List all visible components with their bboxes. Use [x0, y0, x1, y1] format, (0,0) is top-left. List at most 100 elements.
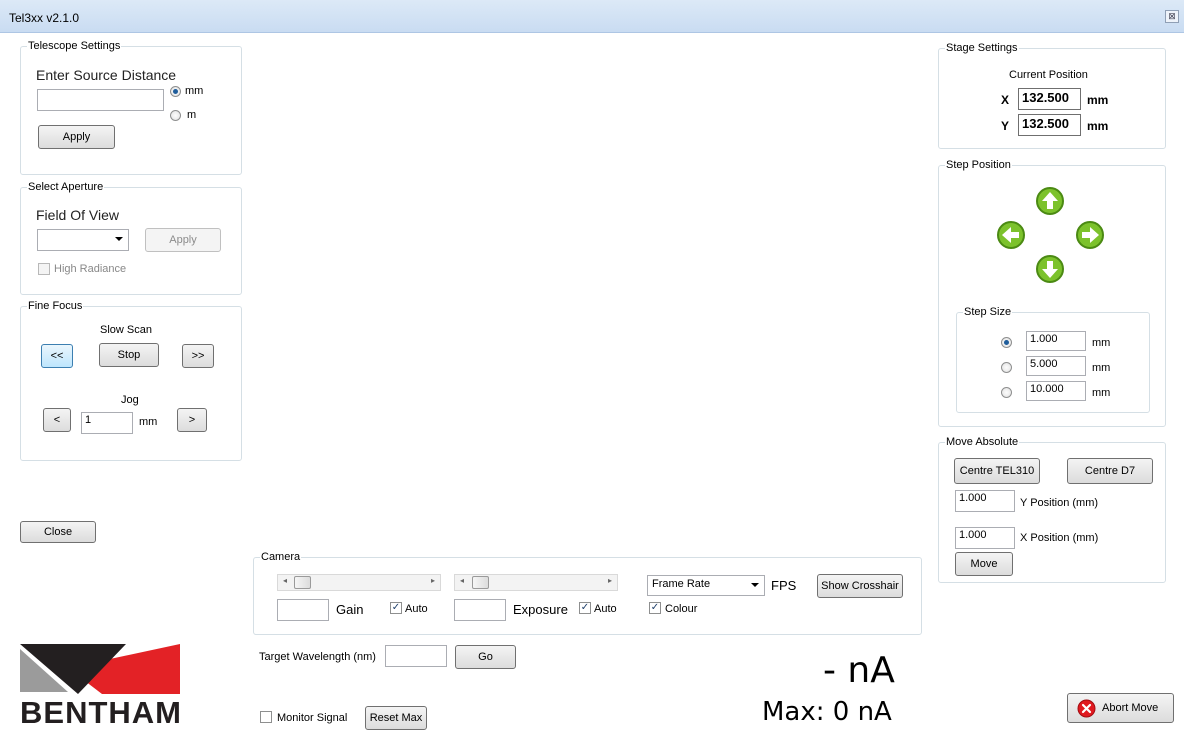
stage-settings-legend: Stage Settings	[945, 42, 1019, 55]
max-signal-readout: Max: 0 nA	[762, 697, 892, 727]
fine-focus-group: Fine Focus Slow Scan << Stop >> Jog < 1 …	[20, 300, 242, 461]
gain-input[interactable]	[277, 599, 329, 621]
unit-mm-label: mm	[185, 85, 204, 97]
jog-unit-label: mm	[139, 416, 158, 428]
stop-scan-button[interactable]: Stop	[99, 343, 159, 367]
scroll-left-icon: ◂	[283, 576, 288, 585]
step-size-input[interactable]: 10.000	[1026, 381, 1086, 401]
jog-backward-button[interactable]: <	[43, 408, 71, 432]
step-size-unit: mm	[1092, 387, 1111, 399]
step-position-group: Step Position Step Size 1.000 mm 5.000 m…	[938, 159, 1166, 427]
frame-rate-value: Frame Rate	[652, 578, 711, 590]
source-distance-prompt: Enter Source Distance	[36, 67, 177, 83]
current-position-label: Current Position	[1009, 69, 1088, 81]
abort-move-button[interactable]: Abort Move	[1067, 693, 1174, 723]
chevron-down-icon	[115, 237, 123, 241]
step-size-unit: mm	[1092, 362, 1111, 374]
scan-forward-button[interactable]: >>	[182, 344, 214, 368]
monitor-signal-label: Monitor Signal	[277, 712, 348, 724]
window-title: Tel3xx v2.1.0	[9, 11, 80, 25]
source-distance-input[interactable]	[37, 89, 164, 111]
telescope-apply-button[interactable]: Apply	[38, 125, 115, 149]
y-position-readout: 132.500	[1018, 114, 1081, 136]
step-size-radio[interactable]	[1001, 387, 1012, 398]
step-size-input[interactable]: 1.000	[1026, 331, 1086, 351]
arrow-left-icon[interactable]	[996, 220, 1026, 250]
move-absolute-legend: Move Absolute	[945, 436, 1020, 449]
close-button[interactable]: Close	[20, 521, 96, 543]
high-radiance-label: High Radiance	[54, 263, 127, 275]
unit-m-radio[interactable]	[170, 110, 181, 121]
jog-forward-button[interactable]: >	[177, 408, 207, 432]
current-signal-readout: - nA	[823, 650, 895, 691]
step-size-radio[interactable]	[1001, 362, 1012, 373]
show-crosshair-button[interactable]: Show Crosshair	[817, 574, 903, 598]
scan-backward-button[interactable]: <<	[41, 344, 73, 368]
x-position-readout: 132.500	[1018, 88, 1081, 110]
step-size-legend: Step Size	[963, 306, 1013, 319]
x-position-input[interactable]: 1.000	[955, 527, 1015, 549]
x-position-label: X Position (mm)	[1020, 532, 1099, 544]
fps-label: FPS	[771, 578, 797, 593]
exposure-input[interactable]	[454, 599, 506, 621]
step-size-group: Step Size 1.000 mm 5.000 mm 10.000 mm	[956, 306, 1150, 413]
camera-legend: Camera	[260, 551, 302, 564]
exposure-auto-checkbox[interactable]: ✓	[579, 602, 591, 614]
abort-move-label: Abort Move	[1102, 702, 1159, 714]
y-position-input[interactable]: 1.000	[955, 490, 1015, 512]
reset-max-button[interactable]: Reset Max	[365, 706, 427, 730]
exposure-slider-thumb[interactable]	[472, 576, 489, 589]
arrow-up-icon[interactable]	[1035, 186, 1065, 216]
monitor-signal-checkbox[interactable]	[260, 711, 272, 723]
target-wavelength-input[interactable]	[385, 645, 447, 667]
bentham-logo: BENTHAM	[20, 644, 182, 732]
exposure-slider[interactable]: ◂ ▸	[454, 574, 618, 591]
close-window-icon[interactable]: ⊠	[1165, 10, 1179, 23]
centre-tel310-button[interactable]: Centre TEL310	[954, 458, 1040, 484]
jog-label: Jog	[121, 394, 139, 406]
go-button[interactable]: Go	[455, 645, 516, 669]
telescope-settings-legend: Telescope Settings	[27, 40, 122, 53]
chevron-down-icon	[751, 583, 759, 587]
fine-focus-legend: Fine Focus	[27, 300, 84, 313]
camera-group: Camera ◂ ▸ Gain ✓ Auto ◂ ▸ Exposure ✓ Au…	[253, 551, 922, 635]
gain-slider-thumb[interactable]	[294, 576, 311, 589]
step-size-input[interactable]: 5.000	[1026, 356, 1086, 376]
field-of-view-prompt: Field Of View	[36, 207, 119, 223]
arrow-right-icon[interactable]	[1075, 220, 1105, 250]
select-aperture-group: Select Aperture Field Of View Apply High…	[20, 181, 242, 295]
stage-settings-group: Stage Settings Current Position X 132.50…	[938, 42, 1166, 149]
telescope-settings-group: Telescope Settings Enter Source Distance…	[20, 40, 242, 175]
centre-d7-button[interactable]: Centre D7	[1067, 458, 1153, 484]
step-size-radio[interactable]	[1001, 337, 1012, 348]
arrow-down-icon[interactable]	[1035, 254, 1065, 284]
exposure-auto-label: Auto	[594, 603, 617, 615]
unit-mm-radio[interactable]	[170, 86, 181, 97]
field-of-view-dropdown[interactable]	[37, 229, 129, 251]
gain-label: Gain	[336, 602, 364, 617]
frame-rate-dropdown[interactable]: Frame Rate	[647, 575, 765, 596]
move-absolute-group: Move Absolute Centre TEL310 Centre D7 1.…	[938, 436, 1166, 583]
title-bar: Tel3xx v2.1.0 ⊠	[0, 0, 1184, 33]
high-radiance-checkbox[interactable]	[38, 263, 50, 275]
unit-m-label: m	[187, 109, 197, 121]
select-aperture-legend: Select Aperture	[27, 181, 105, 194]
colour-checkbox[interactable]: ✓	[649, 602, 661, 614]
target-wavelength-label: Target Wavelength (nm)	[259, 651, 376, 663]
move-button[interactable]: Move	[955, 552, 1013, 576]
y-position-label: Y Position (mm)	[1020, 497, 1099, 509]
exposure-label: Exposure	[513, 602, 568, 617]
slow-scan-label: Slow Scan	[100, 324, 152, 336]
y-unit-label: mm	[1087, 119, 1109, 133]
gain-auto-label: Auto	[405, 603, 428, 615]
gain-slider[interactable]: ◂ ▸	[277, 574, 441, 591]
jog-distance-input[interactable]: 1	[81, 412, 133, 434]
scroll-right-icon: ▸	[607, 576, 612, 585]
gain-auto-checkbox[interactable]: ✓	[390, 602, 402, 614]
x-axis-label: X	[1001, 93, 1010, 107]
aperture-apply-button[interactable]: Apply	[145, 228, 221, 252]
logo-wordmark: BENTHAM	[20, 695, 182, 730]
colour-label: Colour	[665, 603, 698, 615]
abort-icon	[1077, 699, 1096, 717]
step-position-legend: Step Position	[945, 159, 1012, 172]
